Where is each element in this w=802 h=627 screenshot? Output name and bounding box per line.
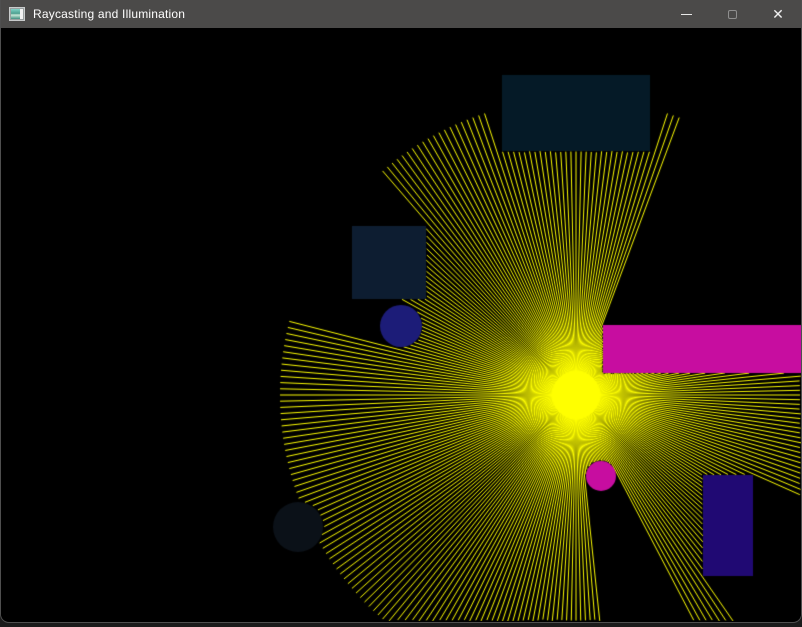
maximize-button[interactable] [709,0,755,28]
maximize-icon [728,10,737,19]
app-icon [9,7,25,21]
window-title: Raycasting and Illumination [33,7,185,21]
minimize-icon [681,14,692,15]
raycasting-canvas[interactable] [1,28,801,621]
window-controls: ✕ [663,0,801,28]
app-icon-screen [11,9,20,19]
app-icon-panel [20,9,23,19]
app-window: Raycasting and Illumination ✕ [0,0,802,623]
desktop-background: Raycasting and Illumination ✕ [0,0,802,627]
title-bar[interactable]: Raycasting and Illumination ✕ [1,0,801,28]
close-button[interactable]: ✕ [755,0,801,28]
minimize-button[interactable] [663,0,709,28]
